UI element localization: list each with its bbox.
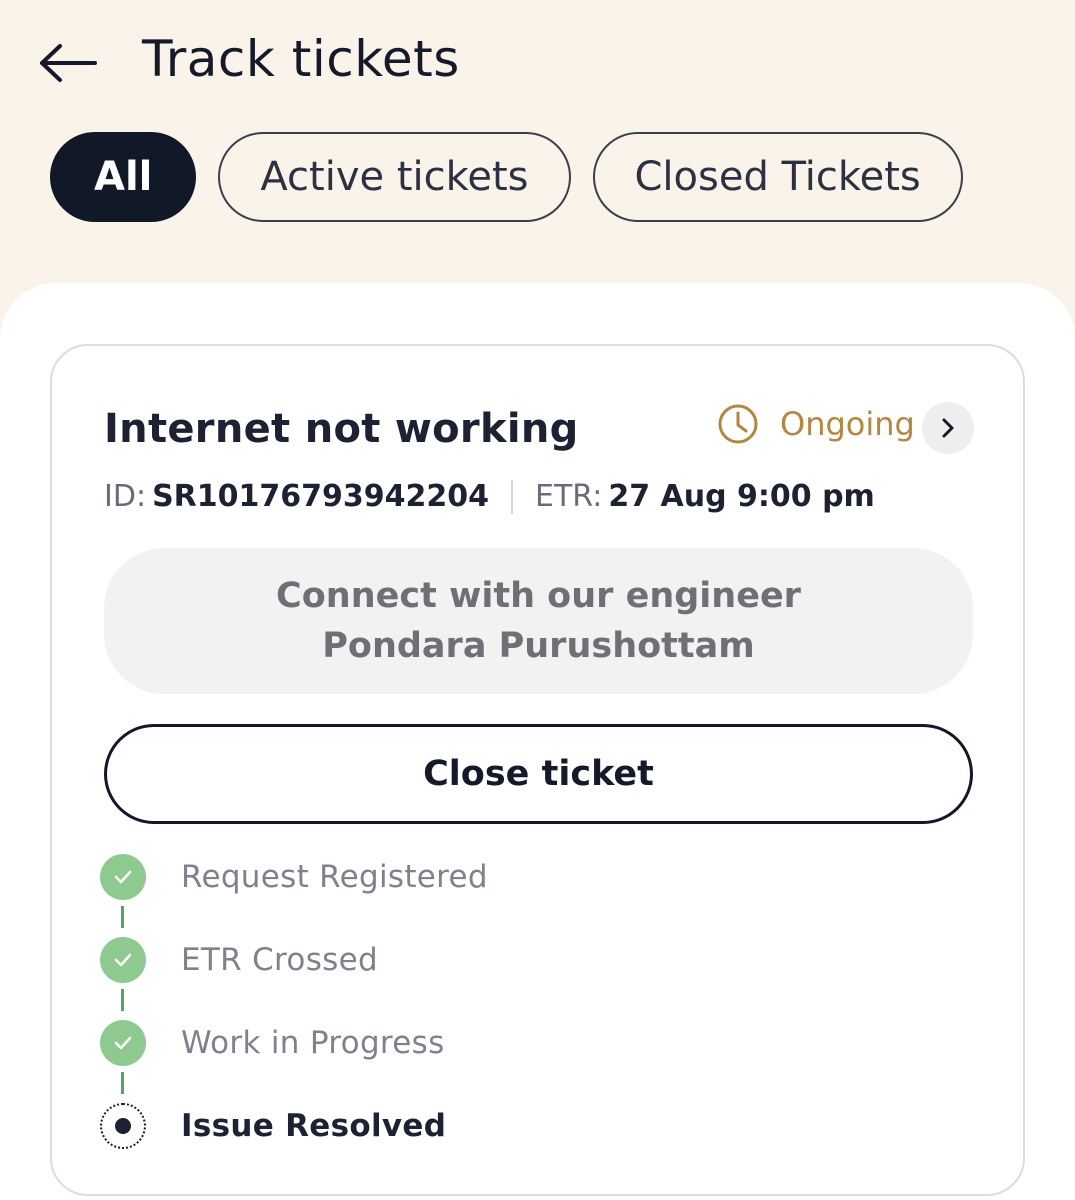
ticket-meta: ID: SR10176793942204 ETR: 27 Aug 9:00 pm <box>104 479 875 514</box>
ticket-title: Internet not working <box>104 406 579 452</box>
step-connector <box>121 1072 124 1094</box>
etr-value: 27 Aug 9:00 pm <box>608 479 875 514</box>
connect-engineer-button[interactable]: Connect with our engineer Pondara Purush… <box>104 548 973 694</box>
step-request-registered: Request Registered <box>100 854 488 900</box>
status-text: Ongoing <box>780 405 915 443</box>
filter-tabs: All Active tickets Closed Tickets <box>50 132 963 222</box>
arrow-left-icon <box>40 44 97 82</box>
step-work-in-progress: Work in Progress <box>100 1020 445 1066</box>
step-label: Issue Resolved <box>181 1108 447 1144</box>
step-connector <box>121 989 124 1011</box>
step-label: Work in Progress <box>181 1025 445 1061</box>
filter-all[interactable]: All <box>50 132 197 222</box>
page-title: Track tickets <box>142 30 460 88</box>
check-icon <box>100 854 146 900</box>
step-connector <box>121 906 124 928</box>
close-ticket-button[interactable]: Close ticket <box>104 724 973 824</box>
ticket-card[interactable]: Internet not working Ongoing ID: SR10176… <box>50 344 1025 1196</box>
step-label: ETR Crossed <box>181 942 378 978</box>
filter-closed-tickets[interactable]: Closed Tickets <box>592 132 963 222</box>
pending-dot-icon <box>100 1103 146 1149</box>
clock-icon <box>718 404 758 444</box>
filter-active-tickets[interactable]: Active tickets <box>218 132 571 222</box>
etr-label: ETR: <box>535 479 603 514</box>
chevron-right-icon <box>942 418 954 438</box>
check-icon <box>100 937 146 983</box>
step-etr-crossed: ETR Crossed <box>100 937 378 983</box>
step-label: Request Registered <box>181 859 488 895</box>
id-label: ID: <box>104 479 147 514</box>
meta-divider <box>511 479 514 514</box>
status-badge: Ongoing <box>716 402 915 446</box>
step-issue-resolved: Issue Resolved <box>100 1103 446 1149</box>
header: Track tickets <box>0 0 1075 120</box>
ticket-id: SR10176793942204 <box>152 479 490 514</box>
back-button[interactable] <box>36 38 100 88</box>
check-icon <box>100 1020 146 1066</box>
ticket-details-button[interactable] <box>922 402 974 454</box>
